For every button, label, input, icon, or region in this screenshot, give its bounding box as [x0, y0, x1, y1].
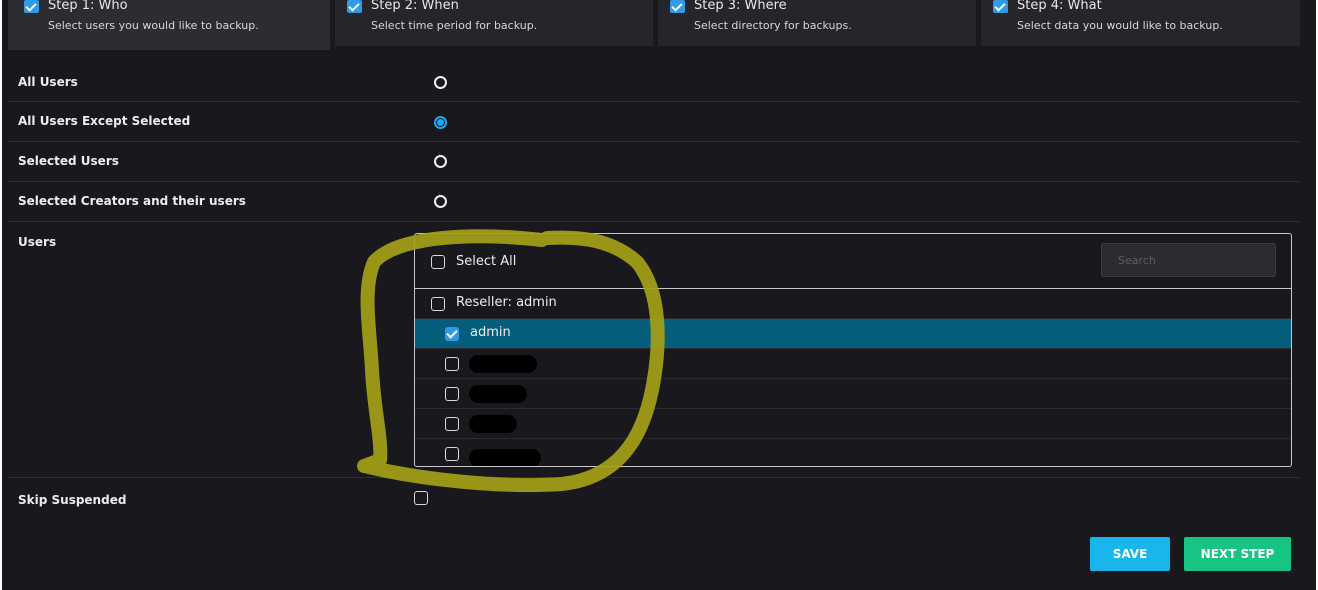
users-picker-header: Select All [415, 234, 1291, 289]
redacted-username [469, 449, 541, 466]
reseller-admin-checkbox[interactable] [431, 297, 445, 311]
tab-step-4[interactable]: Step 4: What Select data you would like … [981, 0, 1300, 46]
redacted-username [469, 355, 537, 373]
list-item[interactable] [415, 409, 1291, 439]
search-input[interactable] [1101, 243, 1276, 277]
list-item-label: Reseller: admin [456, 295, 557, 310]
option-all-users-except-selected: All Users Except Selected [8, 102, 1300, 142]
select-all-checkbox[interactable] [431, 255, 445, 269]
next-step-button[interactable]: NEXT STEP [1184, 537, 1291, 571]
option-label: Selected Users [18, 154, 119, 168]
user-checkbox[interactable] [445, 417, 459, 431]
option-label: All Users Except Selected [18, 114, 191, 128]
tab-step-3[interactable]: Step 3: Where Select directory for backu… [658, 0, 976, 46]
option-selected-users: Selected Users [8, 142, 1300, 182]
skip-suspended-checkbox[interactable] [414, 491, 428, 505]
user-checkbox[interactable] [445, 357, 459, 371]
skip-suspended-label: Skip Suspended [18, 493, 127, 507]
list-item[interactable] [415, 379, 1291, 409]
list-item-label: admin [470, 325, 511, 340]
step-subtitle: Select directory for backups. [694, 19, 852, 32]
backup-wizard: Step 1: Who Select users you would like … [2, 0, 1316, 590]
option-selected-creators: Selected Creators and their users [8, 182, 1300, 222]
step-title: Step 3: Where [694, 0, 787, 13]
radio-selected-users[interactable] [434, 155, 447, 168]
step-subtitle: Select users you would like to backup. [48, 19, 259, 32]
skip-suspended-row: Skip Suspended [8, 478, 1300, 518]
step-tabs: Step 1: Who Select users you would like … [8, 0, 1300, 50]
option-all-users: All Users [8, 60, 1300, 102]
admin-checkbox[interactable] [445, 327, 459, 341]
list-item-admin[interactable]: admin [415, 319, 1291, 349]
save-button[interactable]: SAVE [1090, 537, 1170, 571]
user-checkbox[interactable] [445, 387, 459, 401]
option-label: All Users [18, 75, 78, 89]
option-label: Selected Creators and their users [18, 194, 246, 208]
step-title: Step 4: What [1017, 0, 1102, 13]
tab-step-1[interactable]: Step 1: Who Select users you would like … [8, 0, 330, 50]
select-all-label: Select All [456, 254, 517, 269]
radio-selected-creators[interactable] [434, 195, 447, 208]
users-label: Users [18, 235, 57, 249]
radio-all-users-except-selected[interactable] [434, 116, 447, 129]
list-item[interactable] [415, 439, 1291, 466]
user-checkbox[interactable] [445, 447, 459, 461]
step-title: Step 1: Who [48, 0, 128, 13]
redacted-username [469, 385, 527, 403]
list-item[interactable]: Reseller: admin [415, 289, 1291, 319]
users-picker: Select All Reseller: admin admin [414, 233, 1292, 467]
tab-step-2[interactable]: Step 2: When Select time period for back… [335, 0, 653, 46]
redacted-username [469, 415, 517, 433]
step-subtitle: Select time period for backup. [371, 19, 538, 32]
step-subtitle: Select data you would like to backup. [1017, 19, 1223, 32]
list-item[interactable] [415, 349, 1291, 379]
radio-all-users[interactable] [434, 76, 447, 89]
step-title: Step 2: When [371, 0, 459, 13]
